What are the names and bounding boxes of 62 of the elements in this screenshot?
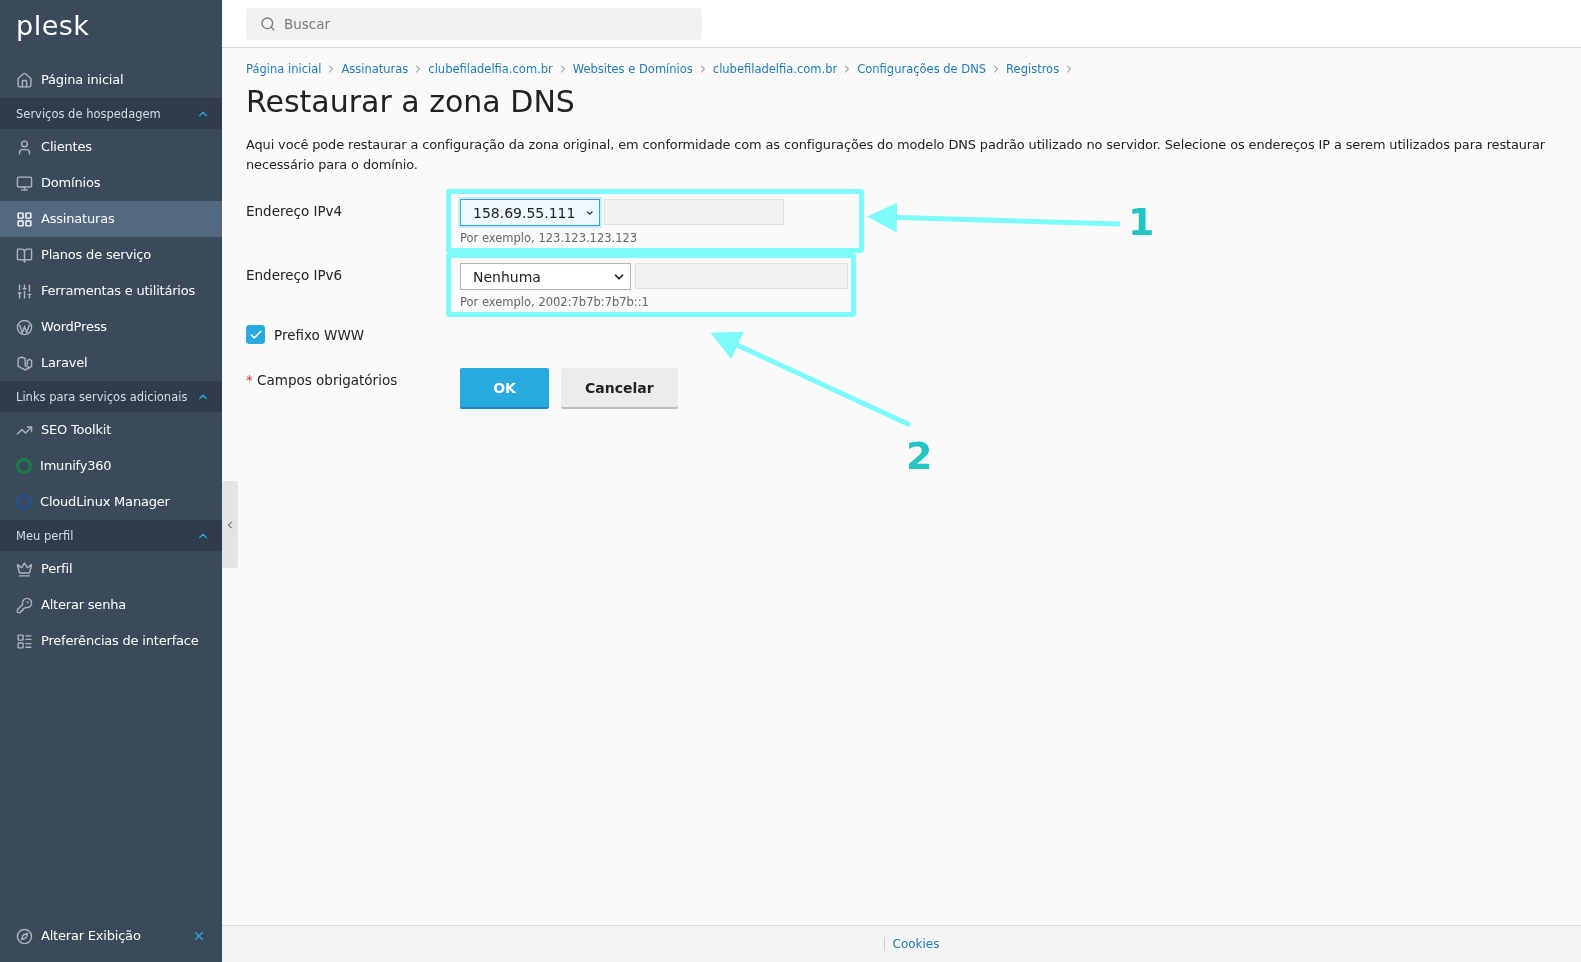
nav-item[interactable]: Imunify360	[0, 448, 222, 484]
nav-item[interactable]: Perfil	[0, 551, 222, 587]
compass-icon	[16, 927, 33, 945]
book-icon	[16, 246, 33, 264]
section-header[interactable]: Links para serviços adicionais	[0, 381, 222, 412]
breadcrumb-link[interactable]: Página inicial	[246, 62, 322, 76]
logo[interactable]: plesk	[0, 0, 222, 62]
wordpress-logo-icon	[16, 318, 33, 336]
field-hint: Por exemplo, 2002:7b7b:7b7b::1	[460, 295, 650, 309]
home-icon	[16, 71, 33, 89]
list-icon	[16, 632, 33, 650]
section-header[interactable]: Serviços de hospedagem	[0, 98, 222, 129]
nav-item[interactable]: SEO Toolkit	[0, 412, 222, 448]
nav-item[interactable]: Alterar Exibição	[0, 918, 222, 954]
breadcrumb-link[interactable]: clubefiladelfia.com.br	[428, 62, 553, 76]
cookies-link[interactable]: Cookies	[883, 937, 940, 951]
page-title: Restaurar a zona DNS	[246, 84, 576, 119]
field-hint: Por exemplo, 123.123.123.123	[460, 231, 639, 245]
nav-item[interactable]: WordPress	[0, 309, 222, 345]
checkbox[interactable]	[246, 325, 265, 344]
laravel-logo-icon	[16, 354, 33, 372]
nav-item[interactable]: Alterar senha	[0, 587, 222, 623]
cancel-button[interactable]: Cancelar	[561, 368, 678, 407]
search-field[interactable]: Buscar	[246, 7, 702, 40]
input-field[interactable]	[635, 263, 848, 289]
search-icon	[260, 15, 276, 32]
breadcrumb-link[interactable]: Assinaturas	[341, 62, 409, 76]
annotation-number: 1	[1128, 200, 1155, 244]
close-icon[interactable]	[192, 929, 206, 943]
nav-item[interactable]: Página inicial	[0, 62, 222, 98]
field-label: Endereço IPv6	[246, 266, 344, 283]
breadcrumb-link[interactable]: Registros	[1006, 62, 1060, 76]
required-note: * Campos obrigatórios	[246, 371, 399, 388]
sliders-icon	[16, 282, 33, 300]
section-header[interactable]: Meu perfil	[0, 520, 222, 551]
breadcrumb-link[interactable]: Websites e Domínios	[572, 62, 693, 76]
field-label: Endereço IPv4	[246, 202, 344, 219]
nav-item[interactable]: CloudLinux Manager	[0, 484, 222, 520]
shield-logo-icon	[16, 458, 32, 474]
grid-icon	[16, 210, 33, 228]
nav-item[interactable]: Preferências de interface	[0, 623, 222, 659]
checkbox-label: Prefixo WWW	[274, 326, 365, 343]
nav-item[interactable]: Laravel	[0, 345, 222, 381]
cloud-logo-icon	[16, 494, 32, 510]
crown-icon	[16, 560, 33, 578]
description-text: necessário para o domínio.	[246, 156, 419, 174]
monitor-icon	[16, 174, 33, 192]
ip-select[interactable]: 158.69.55.111	[460, 199, 600, 226]
nav-item[interactable]: Domínios	[0, 165, 222, 201]
annotation-number: 2	[906, 434, 933, 478]
collapse-handle[interactable]	[222, 481, 238, 568]
input-field[interactable]	[604, 199, 784, 225]
nav-item[interactable]: Clientes	[0, 129, 222, 165]
person-icon	[16, 138, 33, 156]
nav-item[interactable]: Ferramentas e utilitários	[0, 273, 222, 309]
key-icon	[16, 596, 33, 614]
nav-item[interactable]: Planos de serviço	[0, 237, 222, 273]
breadcrumb-link[interactable]: clubefiladelfia.com.br	[712, 62, 838, 76]
description-text: Aqui você pode restaurar a configuração da zona original, em conformidade com as configurações do modelo DNS padrão utilizado no servidor. Selecione os endereços IP a serem utilizados para restaurar	[246, 136, 1547, 154]
ip-select[interactable]: Nenhuma	[460, 263, 631, 290]
breadcrumb-link[interactable]: Configurações de DNS	[857, 62, 987, 76]
nav-item[interactable]: Assinaturas	[0, 201, 222, 237]
